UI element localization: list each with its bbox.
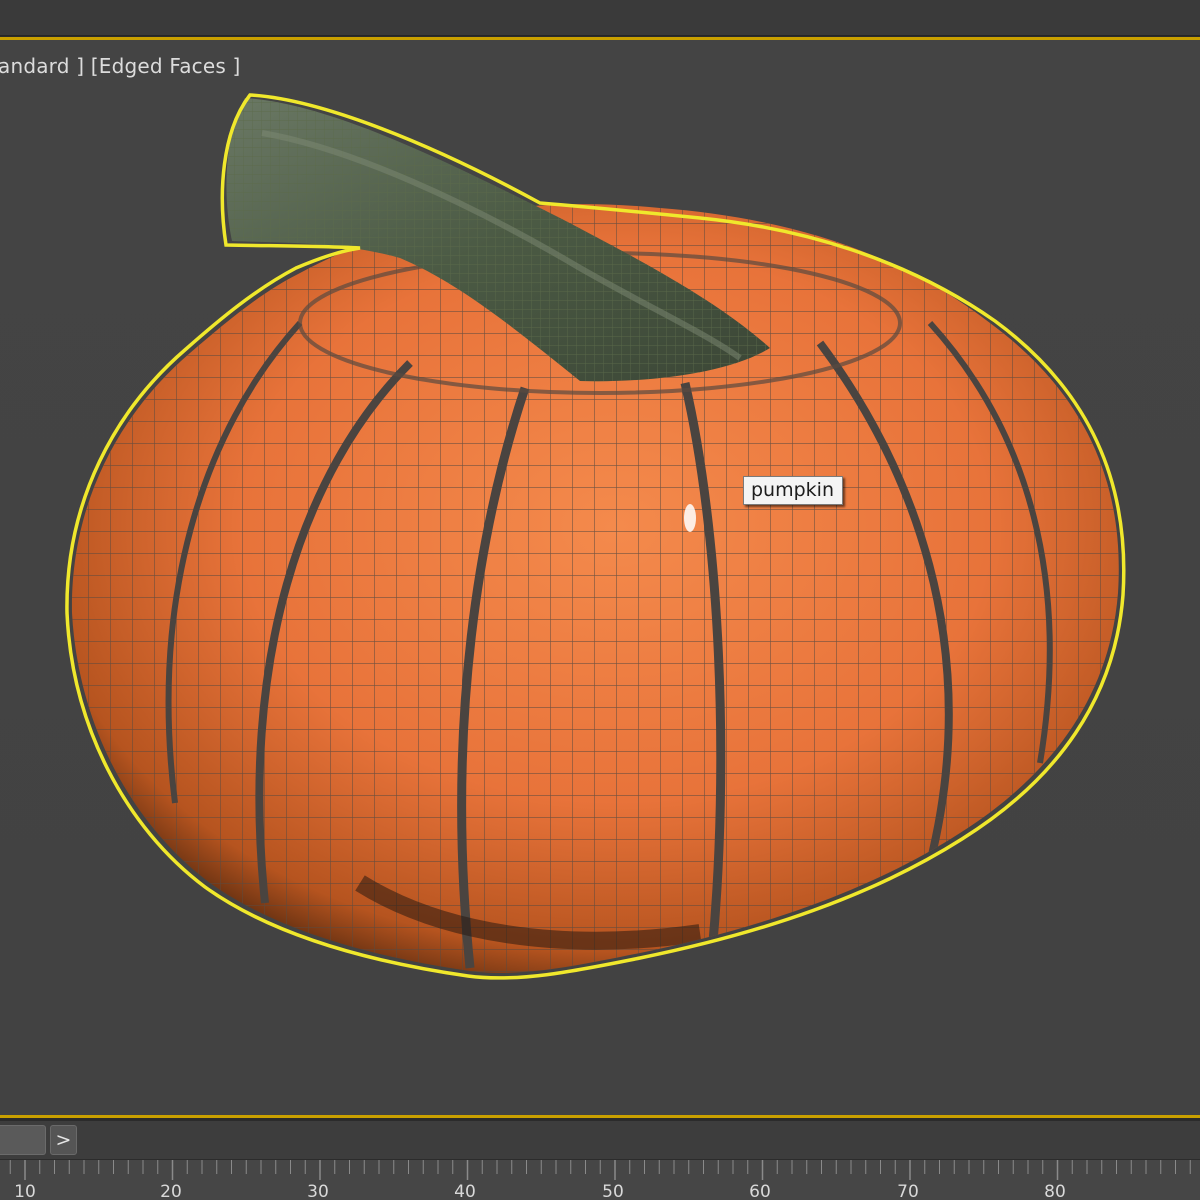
time-slider-thumb[interactable] [0,1125,46,1155]
frame-label-70: 70 [897,1182,919,1200]
pumpkin-model[interactable] [0,37,1200,1118]
frame-label-60: 60 [749,1182,771,1200]
frame-label-40: 40 [454,1182,476,1200]
next-frame-button[interactable]: > [50,1125,77,1155]
top-toolbar [0,0,1200,36]
perspective-viewport[interactable]: andard ] [Edged Faces ] [0,37,1200,1118]
frame-label-10: 10 [14,1182,36,1200]
frame-label-80: 80 [1044,1182,1066,1200]
track-bar[interactable]: 10 20 30 40 50 60 70 80 [0,1159,1200,1200]
timeline: > 10 20 30 40 50 60 70 80 [0,1121,1200,1200]
frame-label-20: 20 [160,1182,182,1200]
viewport-shading-label[interactable]: andard ] [Edged Faces ] [0,54,241,78]
frame-label-30: 30 [307,1182,329,1200]
frame-label-50: 50 [602,1182,624,1200]
object-name-tooltip: pumpkin [743,476,843,505]
